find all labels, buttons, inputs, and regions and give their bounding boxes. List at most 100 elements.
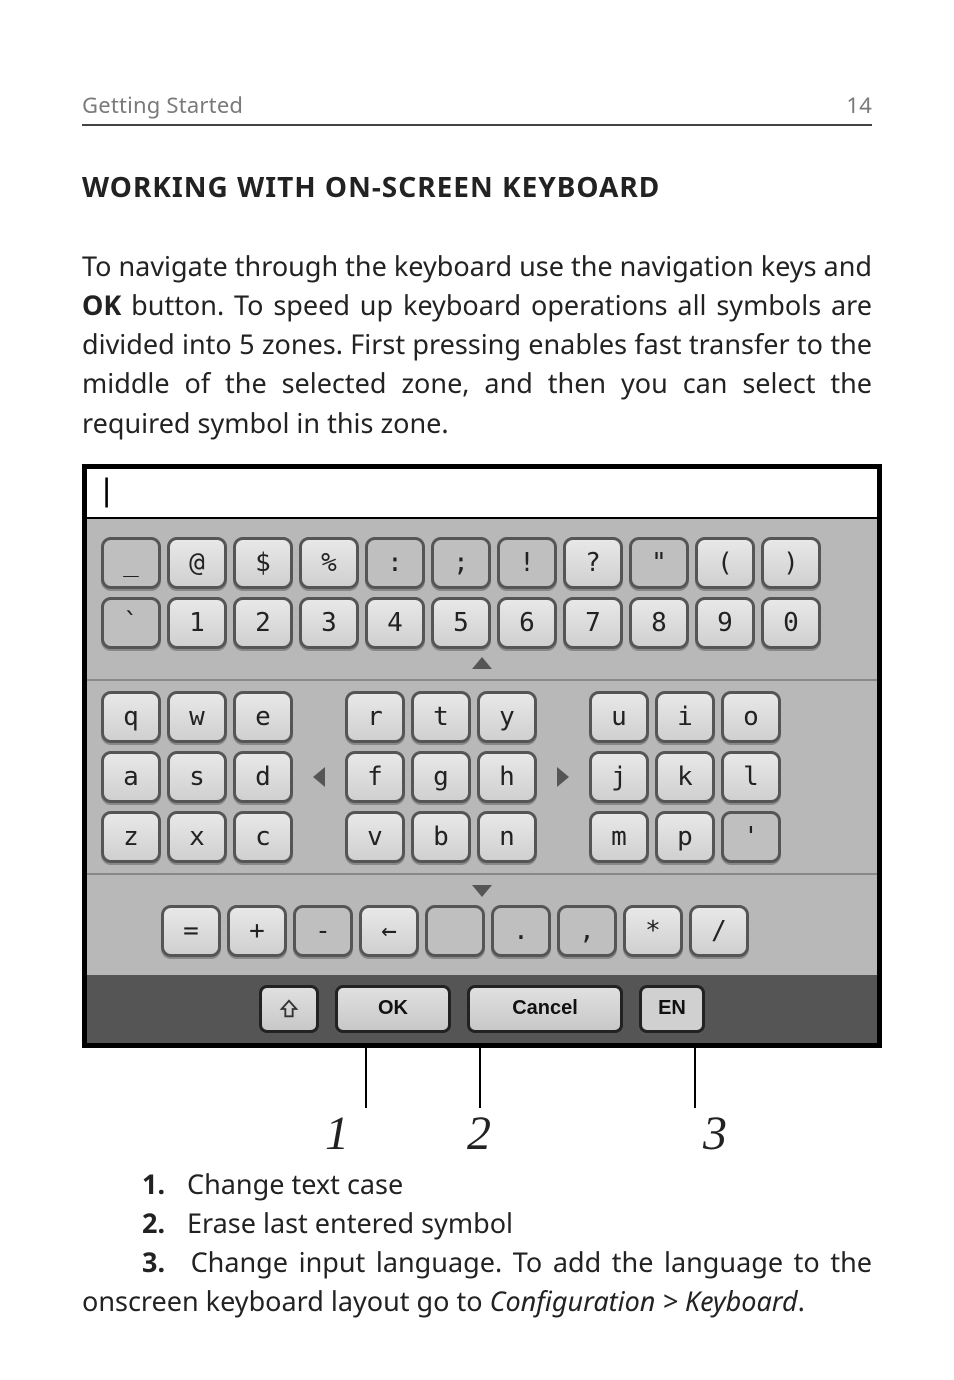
key-period[interactable]: . [491, 905, 551, 957]
legend-number: 3. [142, 1242, 180, 1281]
key-quote[interactable]: " [629, 537, 689, 589]
key-question[interactable]: ? [563, 537, 623, 589]
key-o[interactable]: o [721, 691, 781, 743]
key-0[interactable]: 0 [761, 597, 821, 649]
language-button[interactable]: EN [639, 985, 705, 1033]
key-z[interactable]: z [101, 811, 161, 863]
key-n[interactable]: n [477, 811, 537, 863]
key-t[interactable]: t [411, 691, 471, 743]
page-title: WORKING WITH ON-SCREEN KEYBOARD [82, 168, 872, 206]
intro-text-1: To navigate through the keyboard use the… [82, 247, 872, 284]
callout-number-2: 2 [467, 1106, 491, 1161]
key-dollar[interactable]: $ [233, 537, 293, 589]
key-semicolon[interactable]: ; [431, 537, 491, 589]
key-j[interactable]: j [589, 751, 649, 803]
onscreen-keyboard: | _ @ $ % : ; ! ? " ( ) ` 1 [82, 464, 882, 1048]
shift-button[interactable] [259, 985, 319, 1033]
zone-arrow-right-icon [557, 767, 569, 787]
key-h[interactable]: h [477, 751, 537, 803]
key-backtick[interactable]: ` [101, 597, 161, 649]
intro-paragraph: To navigate through the keyboard use the… [82, 246, 872, 442]
keyboard-row-operators: = + - ← . , * / [101, 905, 863, 957]
shift-icon [278, 998, 300, 1020]
key-x[interactable]: x [167, 811, 227, 863]
key-colon[interactable]: : [365, 537, 425, 589]
legend-number: 2. [142, 1203, 180, 1242]
key-w[interactable]: w [167, 691, 227, 743]
key-c[interactable]: c [233, 811, 293, 863]
key-y[interactable]: y [477, 691, 537, 743]
key-b[interactable]: b [411, 811, 471, 863]
key-k[interactable]: k [655, 751, 715, 803]
intro-ok-bold: OK [82, 286, 121, 323]
key-7[interactable]: 7 [563, 597, 623, 649]
key-slash[interactable]: / [689, 905, 749, 957]
keyboard-row-numbers: ` 1 2 3 4 5 6 7 8 9 0 [101, 597, 863, 649]
key-l[interactable]: l [721, 751, 781, 803]
key-g[interactable]: g [411, 751, 471, 803]
key-8[interactable]: 8 [629, 597, 689, 649]
keyboard-col-left: q w e a s d z x c [101, 691, 293, 863]
keyboard-col-center: r t y f g h v b n [345, 691, 537, 863]
key-rparen[interactable]: ) [761, 537, 821, 589]
key-underscore[interactable]: _ [101, 537, 161, 589]
callout-line-1 [365, 1048, 367, 1108]
zone-arrow-down-icon [472, 885, 492, 897]
key-2[interactable]: 2 [233, 597, 293, 649]
callout-annotations: 1 2 3 [82, 1048, 872, 1158]
key-lparen[interactable]: ( [695, 537, 755, 589]
key-backspace[interactable]: ← [359, 905, 419, 957]
legend-text: Erase last entered symbol [187, 1204, 513, 1241]
keyboard-zone-top: _ @ $ % : ; ! ? " ( ) ` 1 2 3 4 [87, 519, 877, 681]
keyboard-row-symbols: _ @ $ % : ; ! ? " ( ) [101, 537, 863, 589]
page-header: Getting Started 14 [82, 90, 872, 126]
callout-number-1: 1 [325, 1106, 349, 1161]
key-at[interactable]: @ [167, 537, 227, 589]
key-d[interactable]: d [233, 751, 293, 803]
key-a[interactable]: a [101, 751, 161, 803]
key-space[interactable] [425, 905, 485, 957]
legend-number: 1. [142, 1164, 180, 1203]
key-3[interactable]: 3 [299, 597, 359, 649]
key-m[interactable]: m [589, 811, 649, 863]
header-section: Getting Started [82, 90, 243, 120]
key-plus[interactable]: + [227, 905, 287, 957]
key-minus[interactable]: - [293, 905, 353, 957]
key-6[interactable]: 6 [497, 597, 557, 649]
callout-line-3 [694, 1048, 696, 1108]
key-s[interactable]: s [167, 751, 227, 803]
keyboard-zone-middle: q w e a s d z x c [87, 681, 877, 875]
zone-arrow-up-icon [472, 657, 492, 669]
key-p[interactable]: p [655, 811, 715, 863]
document-page: Getting Started 14 WORKING WITH ON-SCREE… [0, 0, 954, 1380]
key-v[interactable]: v [345, 811, 405, 863]
keyboard-body: _ @ $ % : ; ! ? " ( ) ` 1 2 3 4 [87, 519, 877, 1043]
keyboard-zone-bottom: = + - ← . , * / [87, 875, 877, 975]
legend-item-2: 2. Erase last entered symbol [82, 1203, 872, 1242]
legend-path: Configuration > Keyboard [490, 1282, 798, 1319]
header-page-number: 14 [846, 90, 872, 120]
keyboard-action-bar: OK Cancel EN [87, 975, 877, 1043]
key-9[interactable]: 9 [695, 597, 755, 649]
cancel-button[interactable]: Cancel [467, 985, 623, 1033]
key-apostrophe[interactable]: ' [721, 811, 781, 863]
key-e[interactable]: e [233, 691, 293, 743]
key-exclaim[interactable]: ! [497, 537, 557, 589]
key-asterisk[interactable]: * [623, 905, 683, 957]
keyboard-input-field[interactable]: | [87, 469, 877, 519]
callout-legend: 1. Change text case 2. Erase last entere… [82, 1164, 872, 1321]
zone-arrow-left-icon [313, 767, 325, 787]
key-equals[interactable]: = [161, 905, 221, 957]
key-f[interactable]: f [345, 751, 405, 803]
key-5[interactable]: 5 [431, 597, 491, 649]
key-u[interactable]: u [589, 691, 649, 743]
ok-button[interactable]: OK [335, 985, 451, 1033]
key-comma[interactable]: , [557, 905, 617, 957]
key-percent[interactable]: % [299, 537, 359, 589]
key-i[interactable]: i [655, 691, 715, 743]
key-4[interactable]: 4 [365, 597, 425, 649]
key-1[interactable]: 1 [167, 597, 227, 649]
key-r[interactable]: r [345, 691, 405, 743]
intro-text-2: button. To speed up keyboard operations … [82, 286, 872, 440]
key-q[interactable]: q [101, 691, 161, 743]
